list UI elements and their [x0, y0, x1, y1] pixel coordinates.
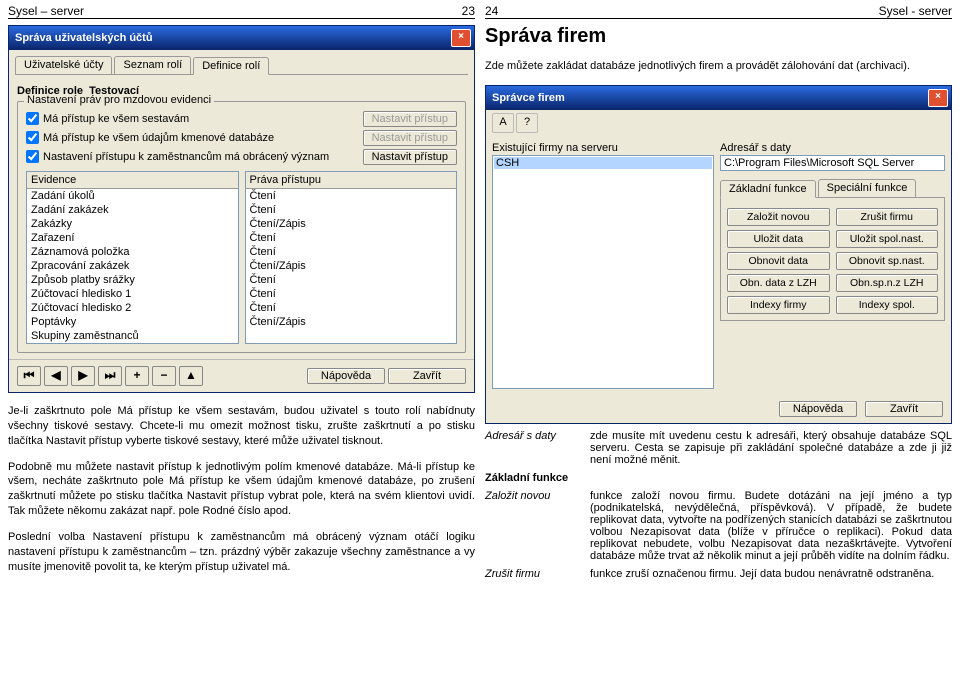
col-evidence: Evidence [31, 174, 132, 186]
rights-list[interactable]: Práva přístupu ČteníČteníČtení/ZápisČten… [245, 171, 458, 344]
table-row[interactable]: Poptávky [27, 315, 238, 329]
definition-desc: zde musíte mít uvedenu cestu k adresáři,… [590, 430, 952, 466]
table-row[interactable]: Skupiny zaměstnanců [27, 329, 238, 343]
table-row[interactable]: Zadání zakázek [27, 203, 238, 217]
firms-label: Existující firmy na serveru [492, 142, 714, 154]
tool-help-icon[interactable]: ? [516, 113, 538, 133]
action-button[interactable]: Obn.sp.n.z LZH [836, 274, 939, 292]
table-row[interactable]: Čtení [246, 287, 457, 301]
definition-term: Založit novou [485, 490, 590, 502]
page-num-right: 24 [485, 4, 498, 18]
page-header-left: Sysel – server 23 [8, 4, 475, 19]
page-num-left: 23 [462, 4, 475, 18]
definition-desc: funkce zruší označenou firmu. Její data … [590, 568, 952, 580]
page-header-right: 24 Sysel - server [485, 4, 952, 19]
set-access-3-button[interactable]: Nastavit přístup [363, 149, 457, 165]
action-button[interactable]: Obn. data z LZH [727, 274, 830, 292]
nav-edit-icon[interactable]: ▲ [179, 366, 203, 386]
paragraph-2: Podobně mu můžete nastavit přístup k jed… [8, 460, 475, 519]
action-button[interactable]: Obnovit sp.nast. [836, 252, 939, 270]
table-row[interactable]: Čtení [246, 245, 457, 259]
table-row[interactable]: Zakázky [27, 217, 238, 231]
close2-button[interactable]: Zavřít [865, 401, 943, 417]
help2-button[interactable]: Nápověda [779, 401, 857, 417]
nav-first-icon[interactable]: ⏮ [17, 366, 41, 386]
tab-roles-list[interactable]: Seznam rolí [114, 56, 191, 74]
nav-add-icon[interactable]: + [125, 366, 149, 386]
tab-basic-funcs[interactable]: Základní funkce [720, 180, 816, 198]
close-button[interactable]: Zavřít [388, 368, 466, 384]
close-icon[interactable]: × [928, 89, 948, 107]
section-title: Správa firem [485, 25, 952, 48]
tool-font-icon[interactable]: A [492, 113, 514, 133]
col-rights: Práva přístupu [250, 174, 351, 186]
set-access-2-button[interactable]: Nastavit přístup [363, 130, 457, 146]
table-row[interactable]: Zúčtovací hledisko 1 [27, 287, 238, 301]
close-icon[interactable]: × [451, 29, 471, 47]
dialog-title: Správa uživatelských účtů [15, 32, 153, 44]
definition-term: Adresář s daty [485, 430, 590, 442]
doc-title-right: Sysel - server [879, 4, 952, 18]
list-item[interactable]: CSH [494, 157, 712, 169]
user-accounts-dialog: Správa uživatelských účtů × Uživatelské … [8, 25, 475, 393]
table-row[interactable]: Způsob platby srážky [27, 273, 238, 287]
table-row[interactable]: Zařazení [27, 231, 238, 245]
intro-text: Zde můžete zakládat databáze jednotlivýc… [485, 59, 952, 74]
paragraph-1: Je-li zaškrtnuto pole Má přístup ke všem… [8, 404, 475, 449]
help-button[interactable]: Nápověda [307, 368, 385, 384]
tab-roles-def[interactable]: Definice rolí [193, 57, 269, 75]
table-row[interactable]: Zpracování zakázek [27, 259, 238, 273]
table-row[interactable]: Čtení [246, 231, 457, 245]
group-legend: Nastavení práv pro mzdovou evidenci [24, 94, 214, 106]
table-row[interactable] [246, 329, 457, 331]
action-button[interactable]: Indexy firmy [727, 296, 830, 314]
path-field[interactable]: C:\Program Files\Microsoft SQL Server [720, 155, 945, 171]
doc-title-left: Sysel – server [8, 4, 84, 18]
tabs: Uživatelské účty Seznam rolí Definice ro… [15, 56, 468, 75]
toolbar: A ? [486, 110, 951, 136]
tab-users[interactable]: Uživatelské účty [15, 56, 112, 74]
dialog2-title: Správce firem [492, 92, 565, 104]
action-button[interactable]: Zrušit firmu [836, 208, 939, 226]
nav-prev-icon[interactable]: ◀ [44, 366, 68, 386]
action-button[interactable]: Uložit data [727, 230, 830, 248]
firm-manager-dialog: Správce firem × A ? Existující firmy na … [485, 85, 952, 424]
set-access-1-button[interactable]: Nastavit přístup [363, 111, 457, 127]
nav-last-icon[interactable]: ⏭ [98, 366, 122, 386]
evidence-list[interactable]: Evidence Zadání úkolůZadání zakázekZakáz… [26, 171, 239, 344]
table-row[interactable]: Čtení/Zápis [246, 259, 457, 273]
table-row[interactable]: Čtení [246, 273, 457, 287]
action-button[interactable]: Uložit spol.nast. [836, 230, 939, 248]
definition-term: Základní funkce [485, 472, 590, 484]
nav-next-icon[interactable]: ▶ [71, 366, 95, 386]
chk-invert-access[interactable]: Nastavení přístupu k zaměstnancům má obr… [26, 150, 329, 163]
table-row[interactable]: Zadání úkolů [27, 189, 238, 203]
table-row[interactable]: Čtení [246, 189, 457, 203]
table-row[interactable]: Čtení/Zápis [246, 315, 457, 329]
table-row[interactable]: Zúčtovací hledisko 2 [27, 301, 238, 315]
table-row[interactable]: Čtení/Zápis [246, 217, 457, 231]
firms-list[interactable]: CSH [492, 155, 714, 389]
nav-del-icon[interactable]: − [152, 366, 176, 386]
path-label: Adresář s daty [720, 142, 945, 154]
action-button[interactable]: Indexy spol. [836, 296, 939, 314]
table-row[interactable]: Čtení [246, 203, 457, 217]
tab-special-funcs[interactable]: Speciální funkce [818, 179, 917, 197]
chk-all-db[interactable]: Má přístup ke všem údajům kmenové databá… [26, 131, 274, 144]
permissions-group: Nastavení práv pro mzdovou evidenci Má p… [17, 101, 466, 353]
action-button[interactable]: Obnovit data [727, 252, 830, 270]
definition-term: Zrušit firmu [485, 568, 590, 580]
action-button[interactable]: Založit novou [727, 208, 830, 226]
table-row[interactable]: Záznamová položka [27, 245, 238, 259]
chk-all-reports[interactable]: Má přístup ke všem sestavám [26, 112, 189, 125]
paragraph-3: Poslední volba Nastavení přístupu k zamě… [8, 530, 475, 575]
definition-desc: funkce založí novou firmu. Budete dotázá… [590, 490, 952, 562]
table-row[interactable]: Čtení [246, 301, 457, 315]
